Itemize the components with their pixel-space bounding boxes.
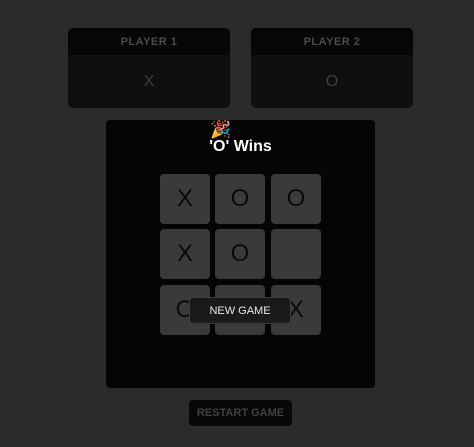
player-2-symbol: O xyxy=(325,72,339,90)
restart-game-button[interactable]: RESTART GAME xyxy=(189,400,292,426)
winner-message: 'O' Wins xyxy=(209,138,272,155)
game-board-panel: 🎉 'O' Wins X O O X O O X NEW GAME xyxy=(106,120,375,388)
player-1-card: PLAYER 1 X xyxy=(68,28,230,108)
board-cell-5[interactable]: O xyxy=(215,229,265,279)
board-cell-6[interactable] xyxy=(271,229,321,279)
player-1-label: PLAYER 1 xyxy=(68,28,230,55)
board-cell-3[interactable]: O xyxy=(271,174,321,224)
player-2-label: PLAYER 2 xyxy=(251,28,413,55)
player-1-symbol: X xyxy=(143,72,155,90)
board-cell-4[interactable]: X xyxy=(160,229,210,279)
board-cell-2[interactable]: O xyxy=(215,174,265,224)
new-game-button[interactable]: NEW GAME xyxy=(189,297,291,324)
party-popper-icon: 🎉 xyxy=(210,120,232,139)
player-2-card: PLAYER 2 O xyxy=(251,28,413,108)
tic-tac-toe-page: PLAYER 1 X PLAYER 2 O 🎉 'O' Wins X O O X… xyxy=(0,0,474,447)
board-cell-1[interactable]: X xyxy=(160,174,210,224)
result-banner: 🎉 'O' Wins xyxy=(106,120,375,168)
